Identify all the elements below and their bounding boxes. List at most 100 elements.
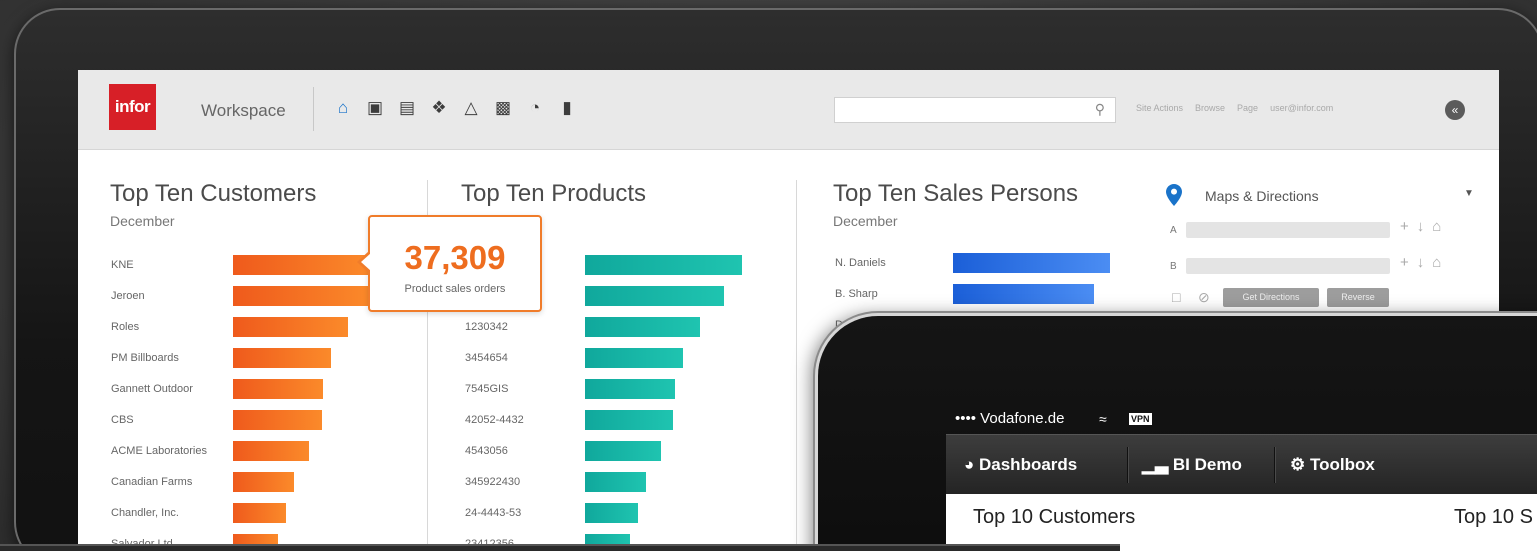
products-bar[interactable] <box>585 379 675 399</box>
tablet-content: Top 10 Customers Top 10 S <box>946 494 1537 551</box>
products-title: Top Ten Products <box>461 180 647 207</box>
location-a-field[interactable] <box>1186 222 1390 238</box>
salespersons-bar[interactable] <box>953 284 1094 304</box>
bar-chart-icon: ▁▃ <box>1142 455 1173 474</box>
reverse-button[interactable]: Reverse <box>1327 288 1389 307</box>
no-route-icon[interactable]: ⊘ <box>1198 289 1210 306</box>
products-label: 4543056 <box>465 445 508 457</box>
search-input[interactable]: ⚲ <box>834 97 1116 123</box>
get-directions-button[interactable]: Get Directions <box>1223 288 1319 307</box>
products-label: 42052-4432 <box>465 414 524 426</box>
tab-toolbox-label: Toolbox <box>1309 455 1375 474</box>
tab-divider <box>1127 447 1128 483</box>
value-callout: 37,309 Product sales orders <box>357 215 542 312</box>
collapse-icon[interactable]: « <box>1445 100 1465 120</box>
chevron-down-icon[interactable]: ▼ <box>1464 188 1474 199</box>
customers-title: Top Ten Customers <box>110 180 317 207</box>
file-icon[interactable]: ▮ <box>557 98 577 118</box>
customers-bar[interactable] <box>233 379 323 399</box>
products-label: 345922430 <box>465 476 521 488</box>
row-a-actions[interactable]: +↓⌂ <box>1400 218 1449 235</box>
tab-bi-demo[interactable]: ▁▃ BI Demo <box>1142 455 1242 475</box>
tab-dashboards-label: Dashboards <box>979 455 1078 474</box>
header-divider <box>313 87 314 131</box>
tab-dashboards[interactable]: ◕ Dashboards <box>964 455 1077 475</box>
gears-icon: ⚙ <box>1290 455 1310 474</box>
customers-bar[interactable] <box>233 441 309 461</box>
tab-bi-demo-label: BI Demo <box>1172 455 1242 474</box>
products-label: 3454654 <box>465 352 508 364</box>
customers-bar[interactable] <box>233 348 331 368</box>
products-bar[interactable] <box>585 503 638 523</box>
salespersons-subtitle: December <box>833 213 898 229</box>
customers-label: CBS <box>111 414 134 426</box>
salespersons-label: N. Daniels <box>835 257 886 269</box>
row-a-label: A <box>1170 225 1177 236</box>
user-link[interactable]: user@infor.com <box>1270 103 1333 113</box>
customers-bar[interactable] <box>233 472 294 492</box>
dropbox-icon[interactable]: ❖ <box>429 98 449 118</box>
location-b-field[interactable] <box>1186 258 1390 274</box>
pie-icon[interactable]: ◔ <box>525 98 545 118</box>
salespersons-title: Top Ten Sales Persons <box>833 180 1079 207</box>
customers-label: Roles <box>111 321 140 333</box>
tab-toolbox[interactable]: ⚙ Toolbox <box>1290 455 1375 475</box>
products-bar[interactable] <box>585 286 724 306</box>
callout-value: 37,309 <box>404 239 506 276</box>
customers-subtitle: December <box>110 213 175 229</box>
header-links: Site Actions Browse Page user@infor.com <box>1136 103 1333 113</box>
products-bar[interactable] <box>585 410 673 430</box>
page-icon[interactable]: □ <box>1172 289 1180 305</box>
products-bar[interactable] <box>585 348 683 368</box>
add-icon[interactable]: ▣ <box>365 98 385 118</box>
dashboard-icon: ◕ <box>964 455 979 474</box>
workspace-title[interactable]: Workspace <box>201 101 286 121</box>
salespersons-bar[interactable] <box>953 253 1110 273</box>
infor-logo[interactable]: infor <box>109 84 156 130</box>
customers-bar[interactable] <box>233 503 286 523</box>
products-label: 24-4443-53 <box>465 507 522 519</box>
page-link[interactable]: Page <box>1237 103 1258 113</box>
row-b-label: B <box>1170 261 1177 272</box>
search-icon[interactable]: ⚲ <box>1095 101 1105 118</box>
customers-bar[interactable] <box>233 255 371 275</box>
nav-icon-bar: ⌂ ▣ ▤ ❖ △ ▩ ◔ ▮ <box>333 98 577 118</box>
carrier-status: •••• Vodafone.de <box>955 410 1065 427</box>
site-actions-link[interactable]: Site Actions <box>1136 103 1183 113</box>
laptop-base-edge <box>0 544 1120 551</box>
products-bar[interactable] <box>585 441 661 461</box>
tab-divider <box>1274 447 1275 483</box>
customers-label: PM Billboards <box>111 352 179 364</box>
products-bar[interactable] <box>585 472 646 492</box>
products-bar[interactable] <box>585 317 700 337</box>
customers-label: ACME Laboratories <box>111 445 207 457</box>
callout-label: Product sales orders <box>404 283 506 295</box>
customers-label: Chandler, Inc. <box>111 507 179 519</box>
chart-icon[interactable]: ▤ <box>397 98 417 118</box>
products-label: 7545GIS <box>465 383 509 395</box>
customers-label: Gannett Outdoor <box>111 383 193 395</box>
row-b-actions[interactable]: +↓⌂ <box>1400 254 1449 271</box>
customers-bar[interactable] <box>233 317 348 337</box>
browse-link[interactable]: Browse <box>1195 103 1225 113</box>
app-header: infor Workspace ⌂ ▣ ▤ ❖ △ ▩ ◔ ▮ ⚲ Site A… <box>78 70 1499 150</box>
customers-label: KNE <box>111 259 134 271</box>
tablet-tab-bar: ◕ Dashboards ▁▃ BI Demo ⚙ Toolbox <box>946 434 1537 494</box>
customers-bar[interactable] <box>233 410 322 430</box>
flask-icon[interactable]: △ <box>461 98 481 118</box>
wifi-icon: ≈ <box>1099 411 1107 427</box>
panel-divider <box>796 180 797 551</box>
maps-title: Maps & Directions <box>1205 188 1319 204</box>
customers-label: Canadian Farms <box>111 476 193 488</box>
home-icon[interactable]: ⌂ <box>333 98 353 118</box>
document-s-icon[interactable]: ▩ <box>493 98 513 118</box>
salespersons-label: B. Sharp <box>835 288 878 300</box>
customers-bar[interactable] <box>233 286 371 306</box>
products-bar[interactable] <box>585 255 742 275</box>
tablet-widget-title: Top 10 Customers <box>973 506 1136 528</box>
customers-label: Jeroen <box>111 290 145 302</box>
map-pin-icon <box>1166 184 1182 206</box>
vpn-badge: VPN <box>1129 413 1152 425</box>
products-label: 1230342 <box>465 321 508 333</box>
tablet-widget-title: Top 10 S <box>1454 506 1533 528</box>
